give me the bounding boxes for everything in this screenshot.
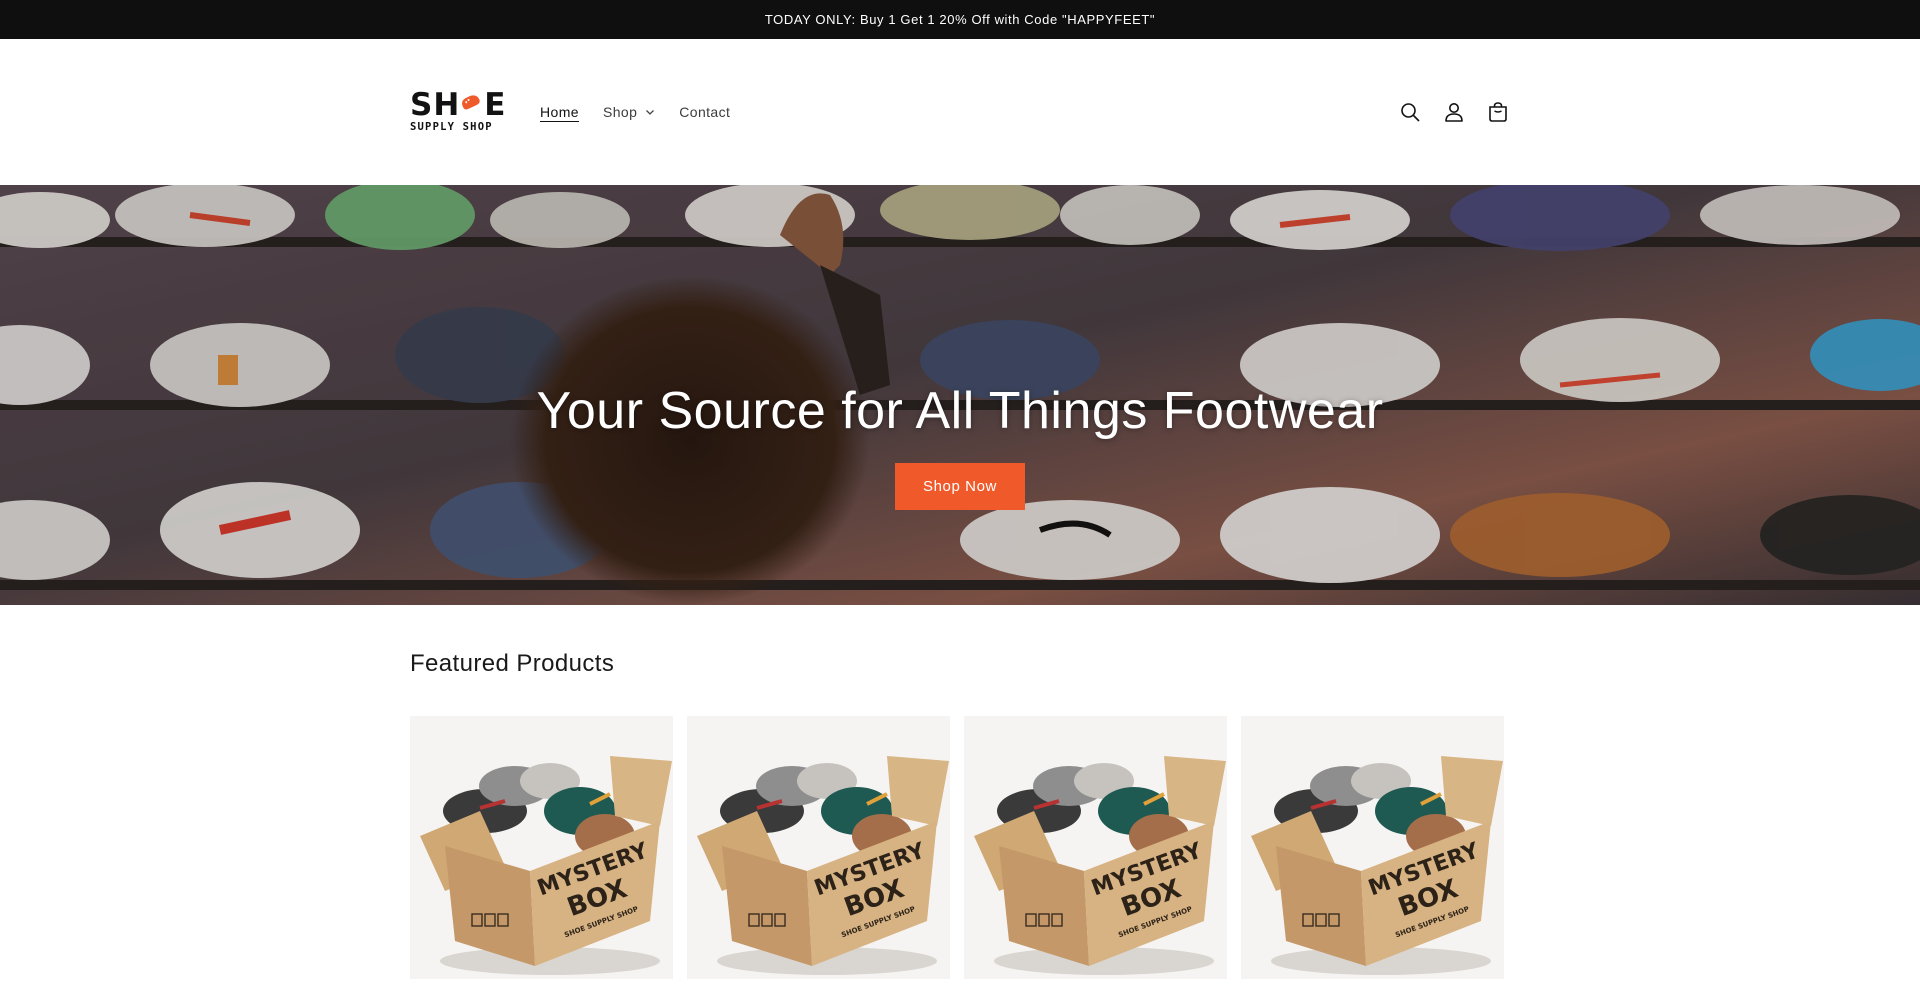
announcement-bar: TODAY ONLY: Buy 1 Get 1 20% Off with Cod… xyxy=(0,0,1920,39)
hero-banner: Your Source for All Things Footwear Shop… xyxy=(0,185,1920,605)
site-header: SH E SUPPLY SHOP Home Shop Contact xyxy=(0,39,1920,185)
nav-home-label: Home xyxy=(540,104,579,120)
product-card[interactable]: MYSTERY BOX SHOE SUPPLY SHOP xyxy=(410,716,673,979)
product-card[interactable]: MYSTERY BOX SHOE SUPPLY SHOP xyxy=(964,716,1227,979)
logo-text-left: SH xyxy=(410,87,461,123)
product-card[interactable]: MYSTERY BOX SHOE SUPPLY SHOP xyxy=(1241,716,1504,979)
cart-icon[interactable] xyxy=(1486,100,1510,124)
main-nav: Home Shop Contact xyxy=(540,104,730,120)
mystery-box-image: MYSTERY BOX SHOE SUPPLY SHOP xyxy=(1241,716,1504,979)
mystery-box-image: MYSTERY BOX SHOE SUPPLY SHOP xyxy=(964,716,1227,979)
announcement-text: TODAY ONLY: Buy 1 Get 1 20% Off with Cod… xyxy=(764,12,1156,27)
logo-text-right: E xyxy=(484,87,507,123)
nav-home[interactable]: Home xyxy=(540,104,579,120)
nav-contact-label: Contact xyxy=(679,104,731,120)
product-card[interactable]: MYSTERY BOX SHOE SUPPLY SHOP xyxy=(687,716,950,979)
header-icons xyxy=(1398,100,1510,124)
nav-shop[interactable]: Shop xyxy=(603,104,655,120)
nav-shop-label: Shop xyxy=(602,104,638,120)
mystery-box-image: MYSTERY BOX SHOE SUPPLY SHOP xyxy=(410,716,673,979)
product-grid: MYSTERY BOX SHOE SUPPLY SHOP MYSTERY BOX… xyxy=(410,716,1504,979)
mystery-box-image: MYSTERY BOX SHOE SUPPLY SHOP xyxy=(687,716,950,979)
account-icon[interactable] xyxy=(1442,100,1466,124)
nav-contact[interactable]: Contact xyxy=(679,104,730,120)
search-icon[interactable] xyxy=(1398,100,1422,124)
logo-subtitle: SUPPLY SHOP xyxy=(410,121,493,133)
logo[interactable]: SH E SUPPLY SHOP xyxy=(410,87,505,134)
hero-title: Your Source for All Things Footwear xyxy=(536,382,1384,440)
shop-now-button[interactable]: Shop Now xyxy=(895,463,1025,510)
chevron-down-icon xyxy=(646,110,655,115)
featured-products-title: Featured Products xyxy=(410,650,615,677)
